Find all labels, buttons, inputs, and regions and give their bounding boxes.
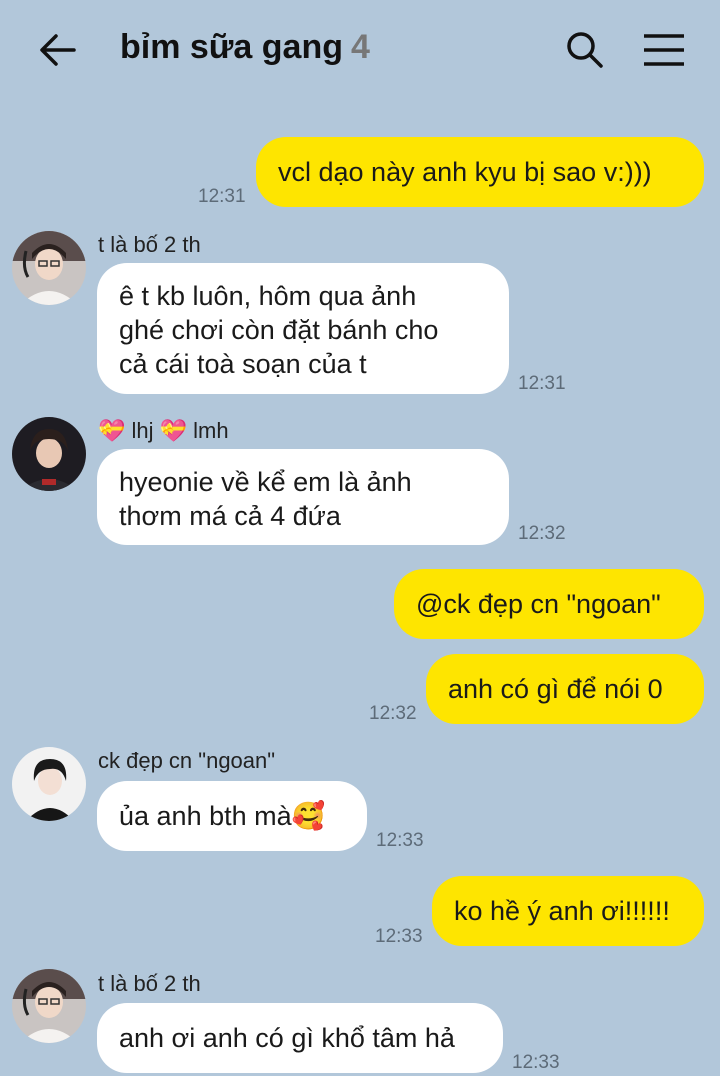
sender-name: t là bố 2 th: [98, 971, 201, 996]
message-time: 12:32: [369, 703, 417, 724]
other-message-bubble[interactable]: ê t kb luôn, hôm qua ảnh ghé chơi còn đặ…: [97, 263, 509, 394]
sender-name: 💝 lhj 💝 lmh: [98, 418, 229, 443]
other-message-bubble[interactable]: hyeonie về kể em là ảnh thơm má cả 4 đứa: [97, 449, 509, 545]
message-text: ê t kb luôn, hôm qua ảnh ghé chơi còn đặ…: [119, 281, 439, 379]
sender-name: t là bố 2 th: [98, 232, 201, 257]
other-message-bubble[interactable]: ủa anh bth mà🥰: [97, 781, 367, 851]
message-text: @ck đẹp cn "ngoan": [416, 589, 661, 619]
message-time: 12:33: [376, 830, 424, 851]
chat-title: bỉm sữa gang 4: [120, 28, 370, 67]
sender-name: ck đẹp cn "ngoan": [98, 748, 276, 773]
avatar-photo: [12, 231, 86, 305]
chat-header: bỉm sữa gang 4: [0, 0, 720, 100]
avatar-lhj-lmh[interactable]: [12, 417, 86, 491]
avatar-t-la-bo-2-th[interactable]: [12, 969, 86, 1043]
message-time: 12:33: [375, 926, 423, 947]
my-message-bubble[interactable]: ko hề ý anh ơi!!!!!!: [432, 876, 704, 946]
message-time: 12:32: [518, 523, 566, 544]
my-message-bubble[interactable]: vcl dạo này anh kyu bị sao v:))): [256, 137, 704, 207]
avatar-photo: [12, 969, 86, 1043]
message-text: anh có gì để nói 0: [448, 674, 663, 704]
avatar-photo: [12, 417, 86, 491]
my-message-bubble[interactable]: anh có gì để nói 0: [426, 654, 704, 724]
member-count: 4: [351, 28, 370, 66]
avatar-ck-dep-cn-ngoan[interactable]: [12, 747, 86, 821]
back-arrow-icon[interactable]: [38, 30, 78, 70]
message-text: vcl dạo này anh kyu bị sao v:))): [278, 157, 652, 187]
avatar-photo: [12, 747, 86, 821]
message-text: hyeonie về kể em là ảnh thơm má cả 4 đứa: [119, 467, 412, 531]
my-message-bubble[interactable]: @ck đẹp cn "ngoan": [394, 569, 704, 639]
avatar-t-la-bo-2-th[interactable]: [12, 231, 86, 305]
message-text: ủa anh bth mà🥰: [119, 801, 326, 831]
search-icon[interactable]: [565, 30, 605, 70]
chat-room-name: bỉm sữa gang: [120, 28, 343, 66]
message-text: ko hề ý anh ơi!!!!!!: [454, 896, 670, 926]
hamburger-menu-icon[interactable]: [642, 32, 686, 68]
message-time: 12:33: [512, 1052, 560, 1073]
other-message-bubble[interactable]: anh ơi anh có gì khổ tâm hả: [97, 1003, 503, 1073]
message-time: 12:31: [518, 373, 566, 394]
message-text: anh ơi anh có gì khổ tâm hả: [119, 1023, 455, 1053]
message-time: 12:31: [198, 186, 246, 207]
